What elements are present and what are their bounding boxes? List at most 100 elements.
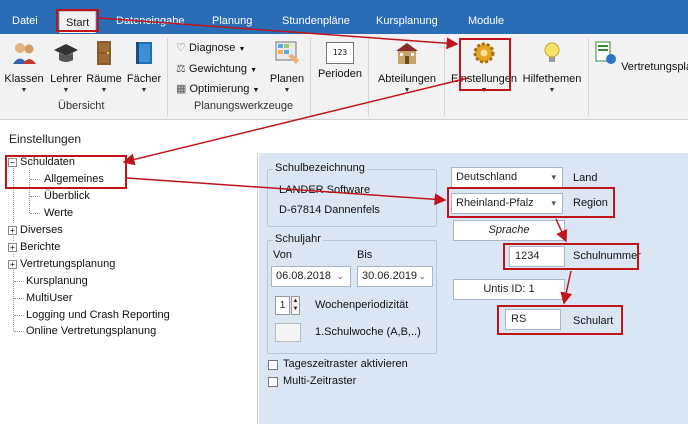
chevron-down-icon: ▼ bbox=[100, 87, 108, 94]
grid-icon: ▦ bbox=[176, 83, 187, 95]
faecher-button[interactable]: Fächer ▼ bbox=[124, 40, 164, 94]
land-value: Deutschland bbox=[456, 171, 518, 183]
schulbezeichnung-group bbox=[267, 169, 437, 227]
school-name: LANDER Software bbox=[279, 184, 371, 196]
settings-tree: − Schuldaten Allgemeines Überblick Werte … bbox=[0, 153, 258, 424]
chevron-down-icon: ▼ bbox=[548, 87, 556, 94]
tree-item-multiuser[interactable]: MultiUser bbox=[26, 292, 72, 304]
sprache-button[interactable]: Sprache bbox=[453, 220, 565, 241]
gewichtung-button[interactable]: ⚖ Gewichtung ▼ bbox=[176, 62, 257, 75]
abteilungen-label: Abteilungen bbox=[377, 73, 437, 85]
klassen-icon bbox=[13, 43, 36, 64]
von-date-value: 06.08.2018 bbox=[276, 270, 332, 282]
tree-item-vertretungsplanung[interactable]: + Vertretungsplanung bbox=[8, 258, 116, 270]
abteilungen-button[interactable]: Abteilungen ▼ bbox=[374, 40, 440, 94]
tree-guide-line bbox=[14, 315, 24, 316]
klassen-button[interactable]: Klassen ▼ bbox=[4, 40, 44, 94]
tree-item-label: Berichte bbox=[20, 241, 61, 253]
scale-icon: ⚖ bbox=[176, 63, 186, 75]
calendar-123-icon: 123 bbox=[326, 42, 354, 64]
tree-item-label: MultiUser bbox=[26, 292, 73, 304]
ribbon-separator bbox=[368, 38, 369, 116]
diagnose-label: Diagnose bbox=[188, 42, 236, 54]
chevron-down-icon: ⌄ bbox=[418, 271, 426, 281]
chevron-down-icon: ▼ bbox=[252, 87, 260, 94]
tab-planung[interactable]: Planung bbox=[206, 10, 258, 32]
chevron-down-icon: ⌄ bbox=[336, 271, 344, 281]
tree-item-label: Kursplanung bbox=[26, 275, 88, 287]
graduation-cap-icon bbox=[54, 44, 78, 62]
highlight-schulnummer bbox=[503, 243, 639, 270]
ribbon-separator bbox=[444, 38, 445, 116]
tree-item-label: Online Vertretungsplanung bbox=[26, 325, 157, 337]
tree-item-logging[interactable]: Logging und Crash Reporting bbox=[26, 309, 170, 321]
raeume-label: Räume bbox=[86, 73, 122, 85]
schulwoche-select[interactable] bbox=[275, 323, 301, 342]
tree-guide-line bbox=[14, 298, 24, 299]
school-address: D-67814 Dannenfels bbox=[279, 204, 380, 216]
expand-icon[interactable]: + bbox=[8, 243, 17, 252]
chevron-down-icon: ▼ bbox=[403, 87, 411, 94]
page-header: Einstellungen bbox=[0, 121, 688, 153]
tab-stundenplaene[interactable]: Stundenpläne bbox=[276, 10, 356, 32]
lehrer-button[interactable]: Lehrer ▼ bbox=[48, 40, 84, 94]
tab-kursplanung[interactable]: Kursplanung bbox=[370, 10, 444, 32]
schuljahr-label: Schuljahr bbox=[273, 233, 323, 245]
ribbon-separator bbox=[310, 38, 311, 116]
diagnose-button[interactable]: ♡ Diagnose ▼ bbox=[176, 41, 245, 54]
land-select[interactable]: Deutschland ▾ bbox=[451, 167, 563, 188]
chevron-down-icon: ▼ bbox=[62, 87, 70, 94]
perioden-button[interactable]: 123 Perioden bbox=[316, 42, 364, 80]
optimierung-button[interactable]: ▦ Optimierung ▼ bbox=[176, 82, 259, 95]
highlight-tab-start bbox=[56, 9, 99, 32]
wochenperiodizitaet-value[interactable]: 1 bbox=[275, 296, 290, 315]
tree-item-kursplanung[interactable]: Kursplanung bbox=[26, 275, 88, 287]
optimierung-label: Optimierung bbox=[189, 83, 250, 95]
building-icon bbox=[396, 43, 418, 64]
wochenperiodizitaet-stepper[interactable]: ▲ ▼ bbox=[291, 296, 300, 315]
tree-guide-line bbox=[30, 213, 40, 214]
tree-item-diverses[interactable]: + Diverses bbox=[8, 224, 63, 236]
tree-item-label: Vertretungsplanung bbox=[20, 258, 116, 270]
tree-item-werte[interactable]: Werte bbox=[44, 207, 73, 219]
tree-guide-line bbox=[30, 196, 40, 197]
chevron-down-icon: ▼ bbox=[20, 87, 28, 94]
stethoscope-icon: ♡ bbox=[176, 42, 186, 54]
chevron-down-icon: ▼ bbox=[140, 87, 148, 94]
bis-date-value: 30.06.2019 bbox=[362, 270, 418, 282]
schulbezeichnung-label: Schulbezeichnung bbox=[273, 162, 367, 174]
tree-item-online-vertretungsplanung[interactable]: Online Vertretungsplanung bbox=[26, 325, 156, 337]
expand-icon[interactable]: + bbox=[8, 226, 17, 235]
hilfethemen-button[interactable]: Hilfethemen ▼ bbox=[520, 40, 584, 94]
tree-item-label: Logging und Crash Reporting bbox=[26, 309, 170, 321]
tree-guide-line bbox=[14, 331, 24, 332]
tree-item-berichte[interactable]: + Berichte bbox=[8, 241, 61, 253]
faecher-label: Fächer bbox=[126, 73, 162, 85]
land-label: Land bbox=[573, 172, 598, 184]
highlight-schuldaten bbox=[5, 155, 127, 189]
tab-dateneingabe[interactable]: Dateneingabe bbox=[110, 10, 191, 32]
tree-item-ueberblick[interactable]: Überblick bbox=[44, 190, 90, 202]
chevron-down-icon: ▼ bbox=[250, 67, 258, 74]
multizeitraster-checkbox[interactable] bbox=[268, 377, 278, 387]
lehrer-label: Lehrer bbox=[50, 73, 82, 85]
schulwoche-label: 1.Schulwoche (A,B,..) bbox=[315, 326, 421, 338]
lightbulb-icon bbox=[544, 42, 560, 62]
door-icon bbox=[97, 41, 111, 65]
tab-datei[interactable]: Datei bbox=[6, 10, 44, 32]
planen-button[interactable]: Planen ▼ bbox=[268, 40, 306, 94]
expand-icon[interactable]: + bbox=[8, 260, 17, 269]
vertretungsplanung-button[interactable]: Vertretungsplanun bbox=[592, 40, 688, 73]
chevron-down-icon: ▾ bbox=[551, 172, 556, 182]
tab-module[interactable]: Module bbox=[462, 10, 510, 32]
ribbon-separator bbox=[588, 38, 589, 116]
tageszeitraster-checkbox[interactable] bbox=[268, 360, 278, 370]
planen-label: Planen bbox=[269, 73, 305, 85]
tree-item-label: Werte bbox=[44, 207, 74, 219]
tageszeitraster-label: Tageszeitraster aktivieren bbox=[283, 358, 408, 370]
wochenperiodizitaet-label: Wochenperiodizität bbox=[315, 299, 409, 311]
bis-label: Bis bbox=[357, 249, 373, 261]
raeume-button[interactable]: Räume ▼ bbox=[86, 40, 122, 94]
von-date-picker[interactable]: 06.08.2018 ⌄ bbox=[271, 266, 351, 287]
bis-date-picker[interactable]: 30.06.2019 ⌄ bbox=[357, 266, 433, 287]
